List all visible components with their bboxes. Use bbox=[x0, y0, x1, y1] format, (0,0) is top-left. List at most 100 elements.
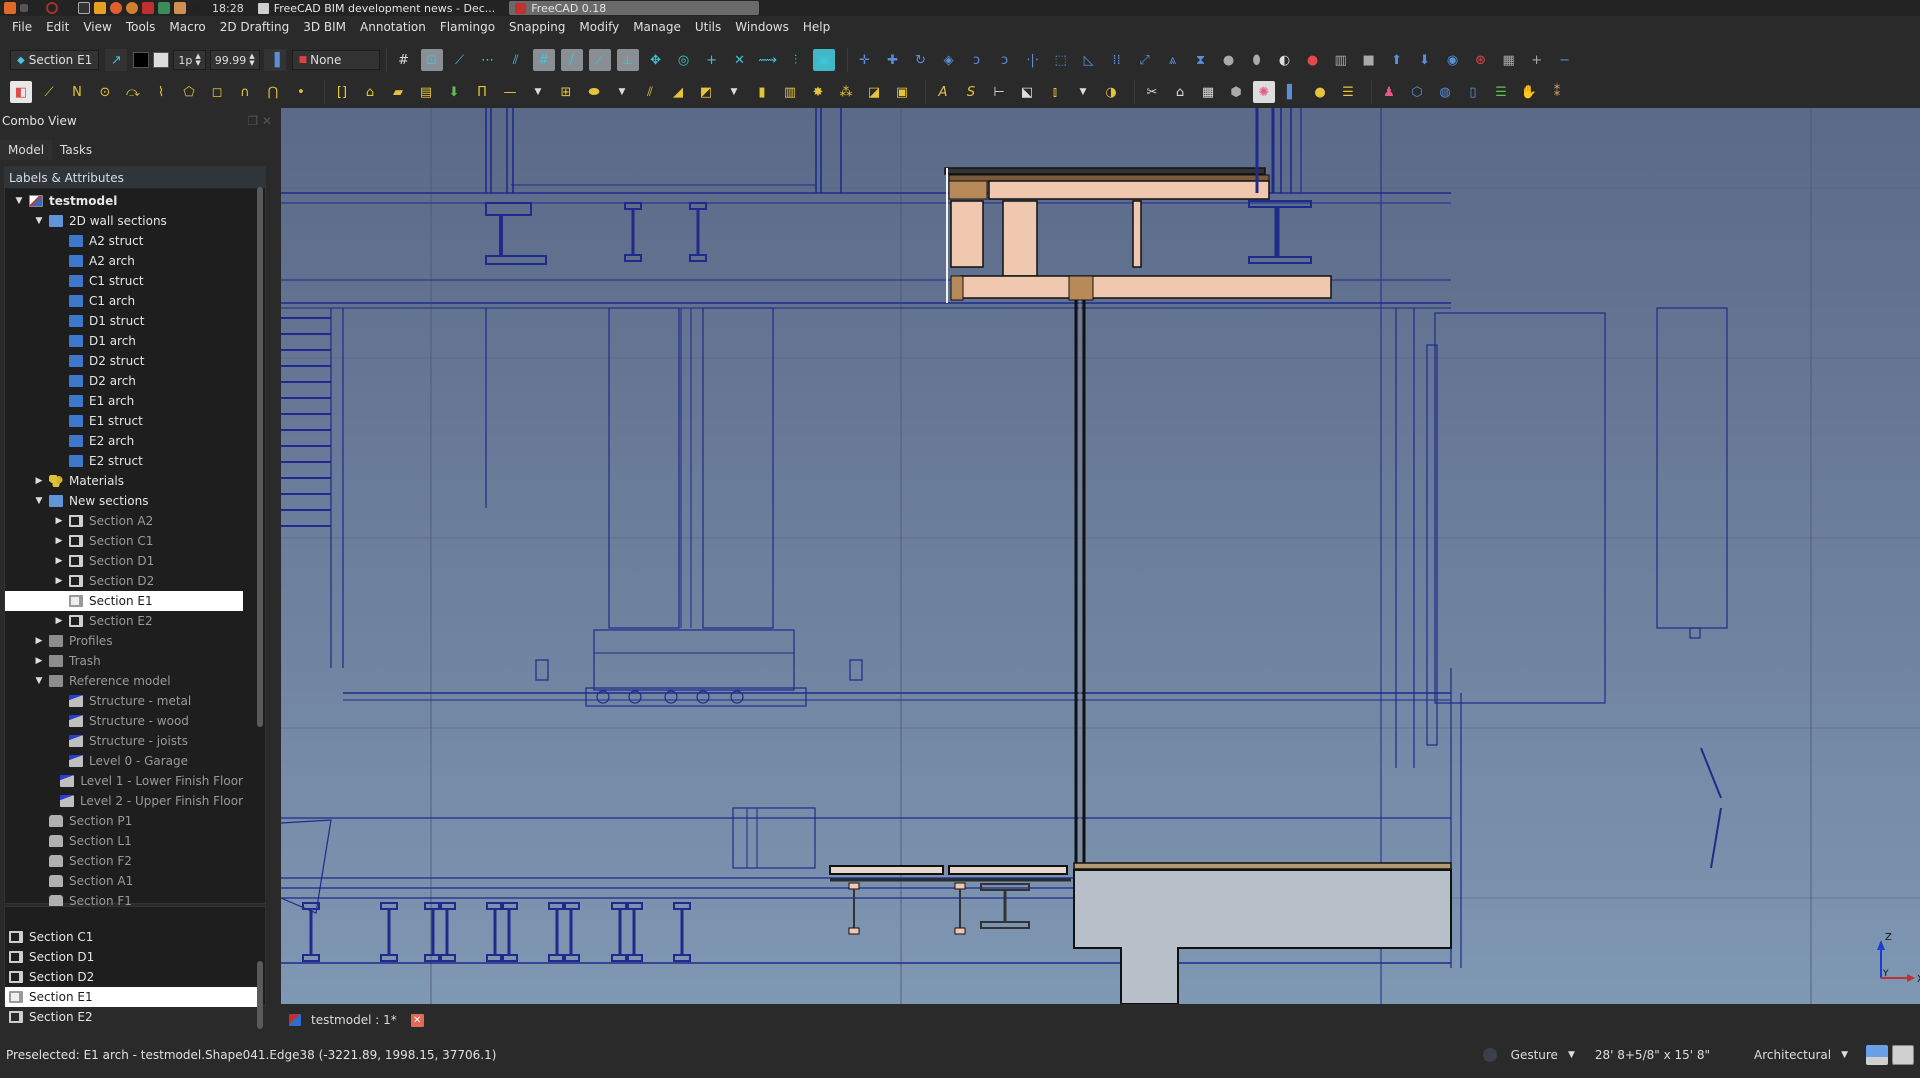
trimex-icon[interactable]: ɔ bbox=[966, 49, 988, 71]
tree-item[interactable]: D1 arch bbox=[5, 331, 243, 351]
boolean-intersect-icon[interactable]: ◐ bbox=[1274, 49, 1296, 71]
expand-arrow-down-icon[interactable]: ▼ bbox=[13, 196, 25, 206]
axis-cross-icon[interactable] bbox=[1892, 1045, 1914, 1065]
dropdown-icon[interactable]: ▼ bbox=[611, 81, 633, 103]
expand-arrow-right-icon[interactable]: ▶ bbox=[33, 656, 45, 666]
offset-icon[interactable]: ◈ bbox=[938, 49, 960, 71]
snap-ortho-icon[interactable]: ⟿ bbox=[757, 49, 779, 71]
mirror-icon[interactable]: ⩓ bbox=[1162, 49, 1184, 71]
expand-arrow-right-icon[interactable]: ▶ bbox=[53, 516, 65, 526]
sun-icon[interactable]: ● bbox=[1309, 81, 1331, 103]
floor-icon[interactable]: ◩ bbox=[695, 81, 717, 103]
stairs-icon[interactable]: ⬇ bbox=[443, 81, 465, 103]
stretch-icon[interactable]: ⤢ bbox=[1134, 49, 1156, 71]
bspline-icon[interactable]: ∩ bbox=[234, 81, 256, 103]
snap-circle-icon[interactable]: ◎ bbox=[673, 49, 695, 71]
working-plane-button[interactable]: ◆ Section E1 bbox=[10, 50, 100, 70]
expand-arrow-down-icon[interactable]: ▼ bbox=[33, 216, 45, 226]
blender-icon[interactable] bbox=[126, 2, 138, 14]
expand-arrow-right-icon[interactable]: ▶ bbox=[53, 536, 65, 546]
menu-windows[interactable]: Windows bbox=[735, 20, 789, 34]
tree-item[interactable]: ▼ Reference model bbox=[5, 671, 243, 691]
join-icon[interactable]: ɔ bbox=[994, 49, 1016, 71]
frame-icon[interactable]: ▥ bbox=[779, 81, 801, 103]
ellipse-icon[interactable]: ⌇ bbox=[150, 81, 172, 103]
building-icon[interactable]: ⌂ bbox=[359, 81, 381, 103]
window-icon[interactable]: ⊞ bbox=[555, 81, 577, 103]
tree-item[interactable]: Section F2 bbox=[5, 851, 243, 871]
document-tab[interactable]: testmodel : 1* ✕ bbox=[289, 1010, 424, 1030]
edit-icon[interactable]: ◺ bbox=[1078, 49, 1100, 71]
taskbar-window-freecad[interactable]: FreeCAD 0.18 bbox=[509, 1, 760, 15]
upgrade-icon[interactable]: ⬆ bbox=[1386, 49, 1408, 71]
axis-icon[interactable]: ⫾ bbox=[1044, 81, 1066, 103]
move-icon[interactable]: ✛ bbox=[854, 49, 876, 71]
navigation-style-selector[interactable]: Gesture ▼ bbox=[1482, 1048, 1575, 1062]
circle-icon[interactable]: ⊙ bbox=[94, 81, 116, 103]
hand-icon[interactable]: ✋ bbox=[1518, 81, 1540, 103]
menu-2d-drafting[interactable]: 2D Drafting bbox=[220, 20, 290, 34]
snap-lock-icon[interactable]: ⊡ bbox=[420, 49, 443, 71]
column-icon[interactable]: Π bbox=[471, 81, 493, 103]
tree-item[interactable]: Structure - wood bbox=[5, 711, 243, 731]
snap-parallel-icon[interactable]: ⫽ bbox=[505, 49, 527, 71]
spreadsheet-link-icon[interactable]: ▣ bbox=[891, 81, 913, 103]
snap-intersection-icon[interactable]: + bbox=[701, 49, 723, 71]
menu-snapping[interactable]: Snapping bbox=[509, 20, 565, 34]
tree-item[interactable]: ▶ Section A2 bbox=[5, 511, 243, 531]
tree-item[interactable]: ▼ testmodel bbox=[5, 191, 243, 211]
menu-flamingo[interactable]: Flamingo bbox=[440, 20, 495, 34]
tree-item[interactable]: Section P1 bbox=[5, 811, 243, 831]
line-icon[interactable]: ⟋ bbox=[38, 81, 60, 103]
panel-float-close-icons[interactable]: ❐ ✕ bbox=[247, 114, 272, 128]
tree-item[interactable]: A2 struct bbox=[5, 231, 243, 251]
snap-grid-icon[interactable]: # bbox=[532, 49, 555, 71]
ifc-icon[interactable]: ⬡ bbox=[1406, 81, 1428, 103]
spreadsheet-icon[interactable]: ☰ bbox=[1337, 81, 1359, 103]
firefox-icon[interactable] bbox=[110, 2, 122, 14]
tree-item[interactable]: E2 struct bbox=[5, 451, 243, 471]
door-icon[interactable]: ▌ bbox=[1281, 81, 1303, 103]
point-icon[interactable]: • bbox=[290, 81, 312, 103]
tree-item[interactable]: ▶ Section D2 bbox=[5, 571, 243, 591]
snap-endpoint-icon[interactable]: ⟋ bbox=[449, 49, 471, 71]
shape-icon[interactable]: ■ bbox=[1358, 49, 1380, 71]
autogroup-selector[interactable]: ■ None bbox=[291, 50, 380, 70]
dropdown-icon[interactable]: ▼ bbox=[527, 81, 549, 103]
tree-item[interactable]: ▶ Profiles bbox=[5, 631, 243, 651]
footprint-icon[interactable]: ⁑ bbox=[1546, 81, 1568, 103]
rail-icon[interactable]: — bbox=[499, 81, 521, 103]
snap-dimensions-icon[interactable]: ⫶ bbox=[785, 49, 807, 71]
array-icon[interactable]: ⁞⁞ bbox=[1106, 49, 1128, 71]
text-icon[interactable]: A bbox=[932, 81, 954, 103]
cutplane-icon[interactable]: ⬢ bbox=[1225, 81, 1247, 103]
expand-arrow-right-icon[interactable]: ▶ bbox=[33, 476, 45, 486]
unit-schema-selector[interactable]: Architectural ▼ bbox=[1754, 1048, 1848, 1062]
tree-item[interactable]: E1 arch bbox=[5, 391, 243, 411]
taskbar-window-browser[interactable]: FreeCAD BIM development news - Dec... bbox=[252, 1, 502, 15]
expand-arrow-down-icon[interactable]: ▼ bbox=[33, 496, 45, 506]
shape2dview-icon[interactable]: ▦ bbox=[1498, 49, 1520, 71]
menu-file[interactable]: File bbox=[12, 20, 32, 34]
tree-item[interactable]: C1 arch bbox=[5, 291, 243, 311]
snap-midpoint-icon[interactable]: ⋯ bbox=[477, 49, 499, 71]
snap-special-icon[interactable]: ✕ bbox=[729, 49, 751, 71]
menu-annotation[interactable]: Annotation bbox=[360, 20, 426, 34]
menu-manage[interactable]: Manage bbox=[633, 20, 681, 34]
tab-model[interactable]: Model bbox=[0, 140, 53, 160]
list-item[interactable]: Section D1 bbox=[5, 947, 259, 967]
facebinder-icon[interactable]: ⊛ bbox=[1470, 49, 1492, 71]
tree-item[interactable]: A2 arch bbox=[5, 251, 243, 271]
globe-icon[interactable]: ◍ bbox=[1434, 81, 1456, 103]
tree-item[interactable]: ▶ Section E2 bbox=[5, 611, 243, 631]
line-color-swatch[interactable] bbox=[133, 52, 150, 68]
tree-item[interactable]: Level 2 - Upper Finish Floor bbox=[5, 791, 243, 811]
tree-item[interactable]: C1 struct bbox=[5, 271, 243, 291]
tree-item[interactable]: D2 arch bbox=[5, 371, 243, 391]
split-icon[interactable]: ⋅|⋅ bbox=[1022, 49, 1044, 71]
profile-icon[interactable]: ⫽ bbox=[639, 81, 661, 103]
spin-arrows-icon[interactable]: ▲ ▼ bbox=[195, 53, 200, 67]
list-scrollbar[interactable] bbox=[257, 961, 263, 1029]
gimp-icon[interactable] bbox=[174, 2, 186, 14]
dimension-icon[interactable]: ⊢ bbox=[988, 81, 1010, 103]
